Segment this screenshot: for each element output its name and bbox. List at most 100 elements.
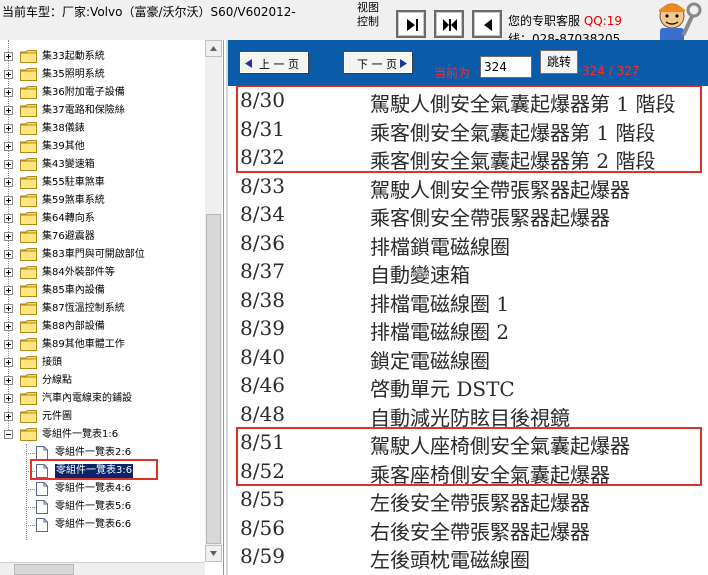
tree-folder[interactable]: 集88內部設備 [4,318,203,336]
component-code: 8/40 [240,344,285,369]
tree-folder[interactable]: 零組件一覽表1:6 [4,426,203,444]
tree-folder[interactable]: 集55駐車煞車 [4,174,203,192]
arrow-left-icon [245,59,252,68]
tree-folder[interactable]: 集38儀錶 [4,120,203,138]
skip-to-end-button[interactable] [396,10,426,38]
folder-icon [20,176,37,189]
folder-icon [20,392,37,405]
folder-icon [20,104,37,117]
expand-toggle-icon[interactable] [4,322,13,331]
component-code: 8/38 [240,287,285,312]
folder-icon [20,194,37,207]
component-description: 鎖定電磁線圈 [370,348,490,373]
next-page-button[interactable]: 下 一 页 [344,52,412,73]
arrow-up-icon [210,46,217,51]
expand-toggle-icon[interactable] [4,304,13,313]
expand-toggle-icon[interactable] [4,196,13,205]
folder-icon [20,248,37,261]
tree-folder[interactable]: 集35照明系統 [4,66,203,84]
component-row: 8/34 乘客側安全帶張緊器起爆器 [228,200,708,230]
back-button[interactable] [472,10,502,38]
customer-service-label: 您的专职客服 QQ:19 [508,12,622,29]
tree-folder[interactable]: 汽車內電線束的鋪設 [4,390,203,408]
scroll-up-arrow[interactable] [205,40,222,57]
arrow-right-icon [400,59,407,68]
component-code: 8/46 [240,373,285,397]
tree-folder[interactable]: 集89其他車體工作 [4,336,203,354]
tree-folder[interactable]: 元件圖 [4,408,203,426]
tree-folder-label: 集84外裝部件等 [42,267,115,278]
expand-toggle-icon[interactable] [4,70,13,79]
tree-folder[interactable]: 集39其他 [4,138,203,156]
expand-toggle-icon[interactable] [4,340,13,349]
split-view-button[interactable] [434,10,464,38]
expand-toggle-icon[interactable] [4,394,13,403]
scroll-down-arrow[interactable] [205,545,222,562]
tree-folder-label: 接頭 [42,357,62,368]
highlight-box [236,427,702,486]
service-text: 您的专职客服 [508,14,581,28]
tree-folder[interactable]: 集85車內設備 [4,282,203,300]
tree-horizontal-scrollbar[interactable] [0,562,205,575]
tree-folder[interactable]: 集37電路和保險絲 [4,102,203,120]
tree-folder[interactable]: 集87恆溫控制系統 [4,300,203,318]
qq-link[interactable]: QQ:19 [584,14,622,28]
tree-folder-label: 集35照明系統 [42,69,105,80]
folder-icon [20,86,37,99]
tree-folder-label: 集37電路和保險絲 [42,105,125,116]
app-window: 当前车型：厂家:Volvo（富豪/沃尔沃）S60/V602012- 视图 控制 … [0,0,708,575]
component-code: 8/37 [240,259,285,283]
expand-toggle-icon[interactable] [4,232,13,241]
document-icon [36,482,48,496]
page-count-label: 324 / 327 [582,64,640,78]
component-description: 左後頭枕電磁線圈 [370,548,530,572]
folder-icon [20,122,37,135]
jump-button[interactable]: 跳转 [540,50,578,74]
tree-leaf-label: 零組件一覽表6:6 [55,519,132,530]
folder-icon [20,320,37,333]
tree-folder[interactable]: 接頭 [4,354,203,372]
expand-toggle-icon[interactable] [4,106,13,115]
horizontal-scroll-thumb[interactable] [14,564,74,575]
expand-toggle-icon[interactable] [4,250,13,259]
view-control-button[interactable]: 视图 控制 [352,1,384,29]
tree-folder[interactable]: 分線點 [4,372,203,390]
expand-toggle-icon[interactable] [4,142,13,151]
page-number-input[interactable] [480,56,532,78]
tree-folder[interactable]: 集76避震器 [4,228,203,246]
expand-toggle-icon[interactable] [4,178,13,187]
expand-toggle-icon[interactable] [4,358,13,367]
tree-folder-label: 集87恆溫控制系統 [42,303,125,314]
expand-toggle-icon[interactable] [4,214,13,223]
document-icon [36,518,48,532]
tree-folder[interactable]: 集33起動系統 [4,48,203,66]
tree-folder[interactable]: 集36附加電子設備 [4,84,203,102]
component-description: 排檔鎖電磁線圈 [370,234,510,259]
collapse-toggle-icon[interactable] [4,430,13,439]
tree-folder[interactable]: 集59煞車系統 [4,192,203,210]
expand-toggle-icon[interactable] [4,88,13,97]
tree-folder[interactable]: 集64轉向系 [4,210,203,228]
component-description: 排檔電磁線圈 2 [370,320,510,344]
previous-page-button[interactable]: 上 一 页 [240,52,308,73]
expand-toggle-icon[interactable] [4,268,13,277]
expand-toggle-icon[interactable] [4,376,13,385]
scroll-thumb[interactable] [206,214,221,544]
expand-toggle-icon[interactable] [4,286,13,295]
tree-folder[interactable]: 集43變速箱 [4,156,203,174]
expand-toggle-icon[interactable] [4,124,13,133]
current-page-label: 当前为 [434,66,471,80]
category-tree-panel: 集33起動系統集35照明系統集36附加電子設備集37電路和保險絲集38儀錶 集39… [0,40,224,575]
tree-folder[interactable]: 集83車門與可開啟部位 [4,246,203,264]
view-control-line-1: 视图 [357,1,379,14]
split-view-icon [443,19,457,31]
expand-toggle-icon[interactable] [4,160,13,169]
component-row: 8/60右後頭枕電磁線圈 [228,571,708,575]
expand-toggle-icon[interactable] [4,412,13,421]
tree-folder-label: 元件圖 [42,411,72,422]
component-row: 8/46 啓動單元 DSTC [228,371,708,401]
tree-vertical-scrollbar[interactable] [205,40,222,562]
folder-icon [20,230,37,243]
tree-folder[interactable]: 集84外裝部件等 [4,264,203,282]
expand-toggle-icon[interactable] [4,52,13,61]
